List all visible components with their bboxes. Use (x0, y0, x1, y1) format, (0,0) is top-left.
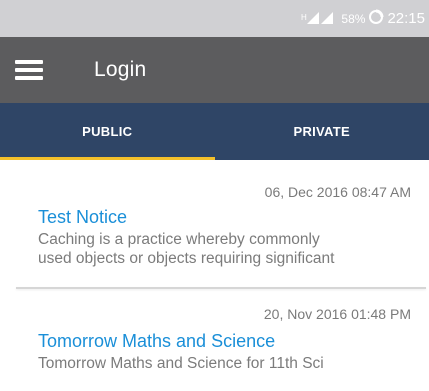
tab-public[interactable]: PUBLIC (0, 103, 215, 160)
notice-title: Test Notice (38, 207, 128, 227)
notice-card[interactable]: 06, Dec 2016 08:47 AM Test Notice Cachin… (0, 160, 429, 289)
app-bar: Login (0, 37, 429, 103)
tab-private[interactable]: PRIVATE (215, 103, 429, 160)
notice-description: Tomorrow Maths and Science for 11th Sci (38, 354, 411, 373)
notice-card[interactable]: 20, Nov 2016 01:48 PM Tomorrow Maths and… (0, 288, 429, 373)
notice-list: 06, Dec 2016 08:47 AM Test Notice Cachin… (0, 160, 429, 373)
clock: 22:15 (387, 10, 425, 27)
tab-bar: PUBLIC PRIVATE (0, 103, 429, 160)
notice-date: 06, Dec 2016 08:47 AM (264, 184, 411, 200)
notice-description: Caching is a practice whereby commonly u… (38, 230, 411, 268)
app-title: Login (94, 58, 147, 81)
notice-description-line: Tomorrow Maths and Science for 11th Sci (38, 355, 324, 372)
notice-date: 20, Nov 2016 01:48 PM (263, 306, 411, 322)
status-bar: H 58% 22:15 (0, 0, 429, 37)
notice-title: Tomorrow Maths and Science (38, 331, 276, 351)
menu-button[interactable] (0, 37, 64, 103)
svg-text:H: H (301, 13, 307, 22)
notice-description-line: Caching is a practice whereby commonly (38, 231, 320, 248)
signal-icon: H (301, 10, 335, 27)
battery-percent: 58% (341, 11, 366, 26)
battery-icon (368, 9, 384, 28)
hamburger-menu-icon (15, 60, 43, 80)
notice-description-line: used objects or objects requiring signif… (38, 250, 335, 267)
